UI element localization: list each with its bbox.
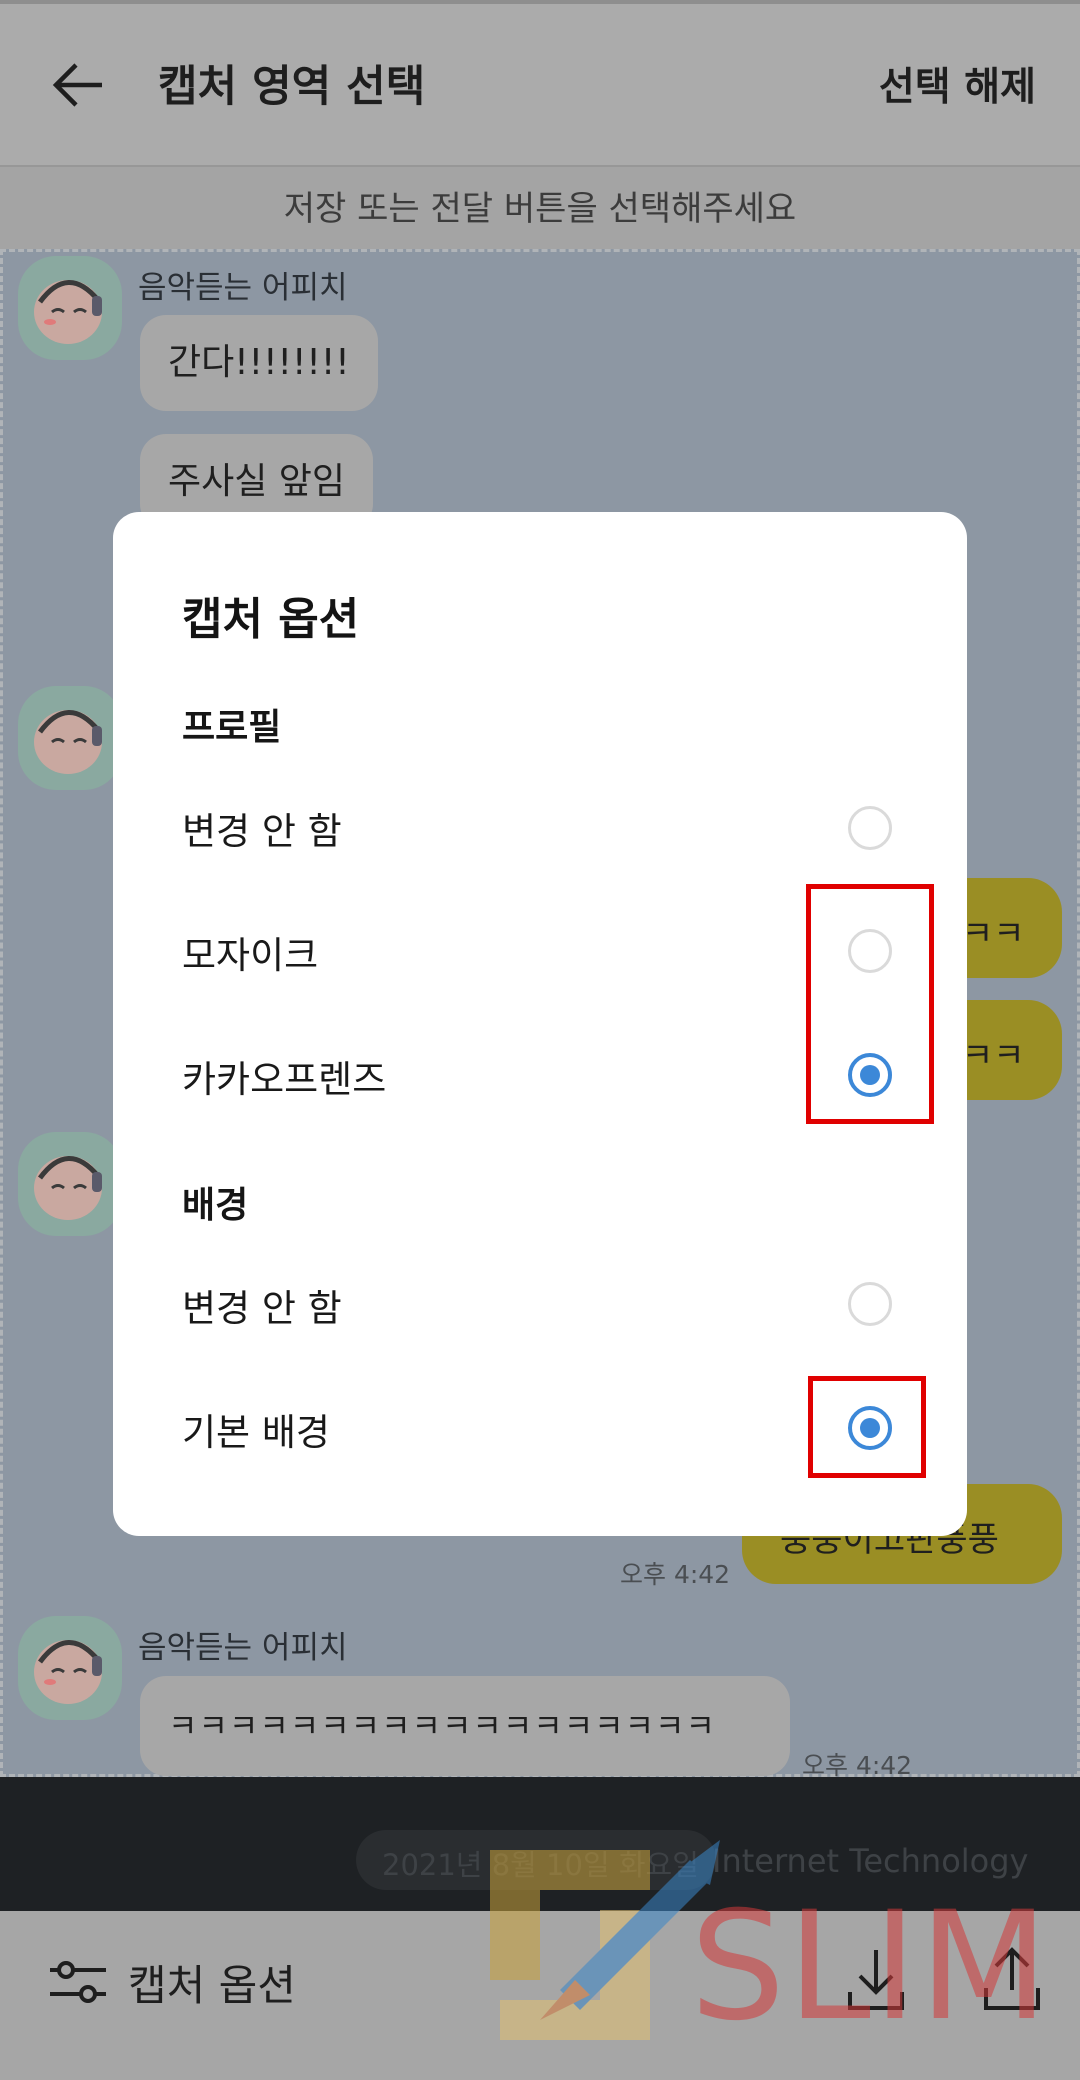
apeach-avatar-icon (34, 1156, 102, 1220)
apeach-avatar-icon (34, 710, 102, 774)
capture-options-button[interactable] (48, 1956, 108, 2008)
page-title: 캡처 영역 선택 (158, 62, 426, 112)
message-text: ㅋㅋ (962, 914, 1025, 954)
avatar[interactable] (18, 256, 122, 360)
section-background: 배경 (182, 1185, 249, 1226)
dialog-title: 캡처 옵션 (182, 594, 360, 645)
section-profile: 프로필 (182, 707, 282, 748)
back-arrow-icon (52, 63, 102, 107)
back-button[interactable] (40, 45, 120, 125)
highlight-box-profile (806, 884, 934, 1124)
apeach-avatar-icon (34, 1640, 102, 1704)
radio-profile-no-change[interactable] (848, 806, 892, 850)
sliders-icon (50, 1961, 106, 2003)
message-bubble[interactable]: ㅋㅋㅋㅋㅋㅋㅋㅋㅋㅋㅋㅋㅋㅋㅋㅋㅋㅋ (140, 1676, 790, 1776)
watermark-text: SLIM (690, 1880, 1051, 2054)
sender-name: 음악듣는 어피치 (138, 1630, 348, 1666)
avatar[interactable] (18, 686, 122, 790)
option-profile-mosaic-label[interactable]: 모자이크 (182, 925, 318, 979)
avatar[interactable] (18, 1132, 122, 1236)
deselect-button[interactable]: 선택 해제 (879, 56, 1036, 112)
avatar[interactable] (18, 1616, 122, 1720)
option-bg-no-change-label[interactable]: 변경 안 함 (182, 1278, 342, 1332)
sender-name: 음악듣는 어피치 (138, 270, 348, 306)
message-bubble[interactable]: 간다!!!!!!!! (140, 315, 378, 411)
instruction-banner: 저장 또는 전달 버튼을 선택해주세요 (0, 165, 1080, 249)
option-profile-kakaofriends-label[interactable]: 카카오프렌즈 (182, 1049, 386, 1103)
message-time: 오후 4:42 (620, 1560, 731, 1589)
capture-options-label[interactable]: 캡처 옵션 (128, 1952, 296, 2013)
option-profile-no-change-label[interactable]: 변경 안 함 (182, 801, 342, 855)
highlight-box-background (808, 1376, 926, 1478)
option-bg-default-label[interactable]: 기본 배경 (182, 1402, 330, 1456)
apeach-avatar-icon (34, 280, 102, 344)
radio-bg-no-change[interactable] (848, 1282, 892, 1326)
message-text: ㅋㅋ (962, 1036, 1025, 1076)
